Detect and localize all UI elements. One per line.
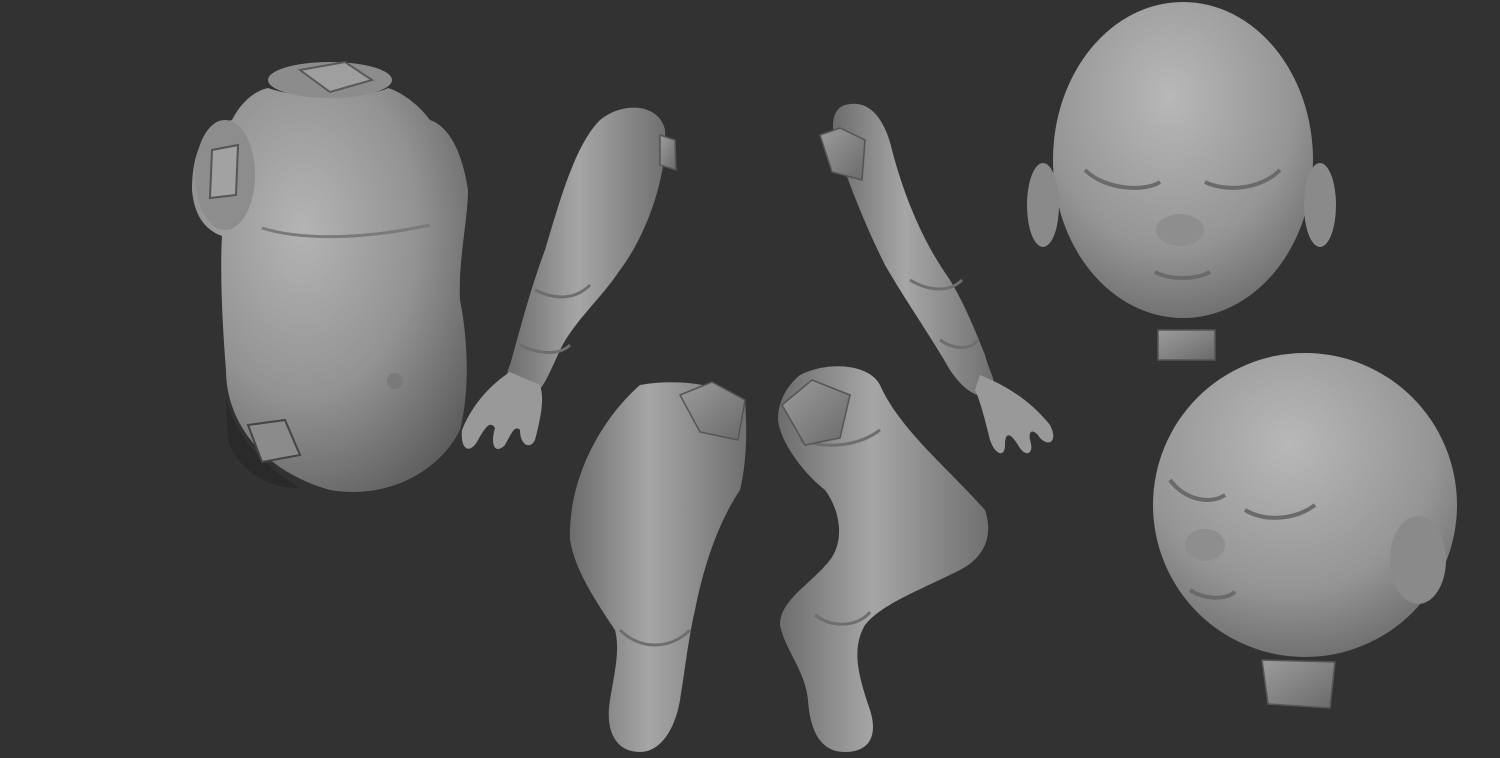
head-front-part[interactable] <box>1027 2 1336 361</box>
sculpt-viewport[interactable] <box>0 0 1500 758</box>
left-leg-part[interactable] <box>569 381 747 752</box>
right-leg-part[interactable] <box>778 366 989 752</box>
nose <box>1185 529 1225 561</box>
ear-right <box>1304 163 1336 247</box>
head-peg-icon <box>1157 329 1216 361</box>
ear-left <box>1027 163 1059 247</box>
ear-right <box>1390 516 1446 604</box>
head-three-quarter-part[interactable] <box>1153 353 1457 709</box>
torso-part[interactable] <box>192 60 468 492</box>
shoulder-peg-icon <box>208 143 240 200</box>
head-peg-icon <box>1261 659 1336 709</box>
sculpt-canvas <box>192 2 1457 752</box>
navel <box>387 373 403 389</box>
arm-peg-icon <box>659 133 677 172</box>
nose <box>1156 214 1204 246</box>
